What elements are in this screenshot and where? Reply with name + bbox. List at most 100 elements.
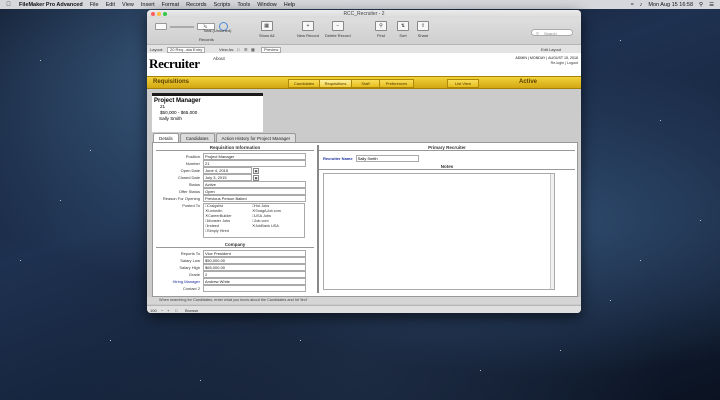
logout-link[interactable]: Logout [567, 61, 578, 65]
zoom-level[interactable]: 100 [150, 308, 157, 313]
notes-heading: Notes [319, 164, 575, 170]
find-button[interactable]: ⚲ Find [375, 21, 387, 38]
view-table-icon[interactable]: ▦ [251, 47, 255, 52]
view-list-icon[interactable]: ☰ [244, 47, 248, 52]
window-title: RCC_Recruiter - 2 [343, 11, 385, 17]
calendar-icon[interactable]: ▦ [253, 174, 259, 181]
status-field[interactable]: Active [203, 181, 306, 188]
grade-field[interactable]: 2 [203, 271, 306, 278]
menubar-clock[interactable]: Mon Aug 15 16:58 [648, 2, 693, 8]
wifi-icon[interactable]: ≈ [631, 2, 634, 8]
menu-format[interactable]: Format [162, 2, 179, 8]
list-view-button[interactable]: List View [447, 79, 479, 88]
nav-tab-requisitions[interactable]: Requisitions [319, 79, 352, 88]
spotlight-icon[interactable]: ⚲ [699, 2, 703, 8]
contact-2-field[interactable] [203, 285, 306, 292]
checkbox-careerbuilder[interactable]: ✕CareerBuilder [205, 214, 232, 218]
prev-next-record-button[interactable] [155, 23, 167, 30]
requisition-panel: Project Manager 21 $50,000 - $65,000 Sal… [147, 89, 581, 305]
layout-select[interactable]: 20 Req...ata Entry [167, 46, 206, 53]
view-form-icon[interactable]: □ [237, 47, 239, 52]
position-field[interactable]: Project Manager [203, 153, 306, 160]
nav-tab-staff[interactable]: Staff [351, 79, 380, 88]
recruiter-section: Primary Recruiter Recruiter Name Sally S… [317, 145, 575, 293]
search-icon: ⚲ [536, 31, 539, 36]
menu-scripts[interactable]: Scripts [214, 2, 231, 8]
menu-window[interactable]: Window [257, 2, 277, 8]
notes-scrollbar[interactable] [550, 174, 554, 289]
nav-tab-preferences[interactable]: Preferences [379, 79, 414, 88]
view-as-label: View As: [219, 46, 235, 52]
requisition-summary-card: Project Manager 21 $50,000 - $65,000 Sal… [152, 93, 263, 132]
hiring-manager-label[interactable]: Hiring Manager [156, 279, 203, 284]
recruiter-name-field[interactable]: Sally Smith [355, 154, 419, 162]
delete-record-button[interactable]: − Delete Record [325, 21, 351, 38]
offer-status-field[interactable]: Open [203, 188, 306, 195]
recruiter-name-label[interactable]: Recruiter Name [323, 156, 353, 161]
salary-low-field[interactable]: $50,000.00 [203, 257, 306, 264]
new-record-button[interactable]: + New Record [297, 21, 319, 38]
relogin-link[interactable]: Re-login [551, 61, 564, 65]
details-tab-body: Requisition Information Position Project … [152, 142, 578, 297]
menu-help[interactable]: Help [284, 2, 295, 8]
records-label: Records [199, 37, 214, 42]
closed-date-field[interactable]: July 3, 2015 [203, 174, 252, 181]
preview-button[interactable]: Preview [261, 46, 282, 53]
calendar-icon[interactable]: ▦ [253, 167, 259, 174]
zoom-out-icon[interactable]: − [161, 308, 163, 313]
menu-edit[interactable]: Edit [106, 2, 115, 8]
find-icon: ⚲ [375, 21, 387, 31]
checkbox-simply-hired[interactable]: □Simply Hired [205, 229, 229, 233]
menu-insert[interactable]: Insert [141, 2, 155, 8]
offer-status-label: Offer Status [178, 189, 200, 194]
apple-icon[interactable]:  [5, 2, 12, 8]
record-slider[interactable] [170, 25, 194, 28]
requisition-owner: Sally Smith [159, 116, 182, 121]
about-link[interactable]: About [213, 56, 225, 61]
open-date-field[interactable]: June 4, 2015 [203, 167, 252, 174]
search-input[interactable]: ⚲ Search [531, 29, 573, 36]
reason-for-opening-field[interactable]: Previous Person Bailed [203, 195, 306, 202]
menu-tools[interactable]: Tools [237, 2, 250, 8]
nav-tab-candidates[interactable]: Candidates [288, 79, 320, 88]
show-all-button[interactable]: ▦ Show All [259, 21, 274, 38]
checkbox-linkedin[interactable]: ✕Linkedin [205, 209, 222, 213]
mode-indicator[interactable]: Browse [185, 308, 198, 313]
salary-high-label: Salary High [179, 265, 200, 270]
sort-button[interactable]: ⇅ Sort [397, 21, 409, 38]
salary-low-label: Salary Low [180, 258, 200, 263]
hiring-manager-field[interactable]: Andrew White [203, 278, 306, 285]
checkbox-hot-jobs[interactable]: □Hot Jobs [252, 204, 269, 208]
recruiter-logo: Recruiter [149, 56, 200, 71]
toolbar: 1 1 Total (Unsorted) Records ▦ Show All … [147, 18, 581, 45]
volume-icon[interactable]: ♪ [640, 2, 643, 8]
number-label: Number [185, 161, 200, 166]
checkbox-snagajob[interactable]: ✕SnagAJob.com [252, 209, 281, 213]
filemaker-window: RCC_Recruiter - 2 1 1 Total (Unsorted) R… [147, 10, 581, 313]
menu-app-name[interactable]: FileMaker Pro Advanced [19, 2, 83, 8]
window-titlebar[interactable]: RCC_Recruiter - 2 [147, 10, 581, 18]
checkbox-job-com[interactable]: □Job.com [252, 219, 269, 223]
notes-field[interactable] [323, 173, 555, 290]
checkbox-usa-jobs[interactable]: □USA Jobs [252, 214, 271, 218]
status-label: Status [188, 182, 200, 187]
checkbox-monster-jobs[interactable]: □Monster Jobs [205, 219, 230, 223]
menu-records[interactable]: Records [186, 2, 206, 8]
salary-high-field[interactable]: $65,000.00 [203, 264, 306, 271]
status-toolbar-toggle-icon[interactable]: □ [175, 308, 177, 313]
edit-layout-button[interactable]: Edit Layout [541, 47, 561, 52]
share-button[interactable]: ⇧ Share [417, 21, 429, 38]
reason-for-opening-label: Reason For Opening [162, 196, 200, 201]
menu-file[interactable]: File [90, 2, 99, 8]
reports-to-field[interactable]: Vice President [203, 250, 306, 257]
macos-menubar:  FileMaker Pro Advanced File Edit View … [0, 0, 720, 9]
checkbox-craigslist[interactable]: □Craigslist [205, 204, 223, 208]
new-record-icon: + [302, 21, 314, 31]
number-field[interactable]: 21 [203, 160, 306, 167]
menu-list-icon[interactable]: ☰ [709, 2, 714, 8]
menu-view[interactable]: View [122, 2, 134, 8]
zoom-in-icon[interactable]: + [167, 308, 169, 313]
checkbox-jobbank-usa[interactable]: ✕JobBank USA [252, 224, 279, 228]
checkbox-indeed[interactable]: □Indeed [205, 224, 219, 228]
delete-record-icon: − [331, 21, 344, 31]
